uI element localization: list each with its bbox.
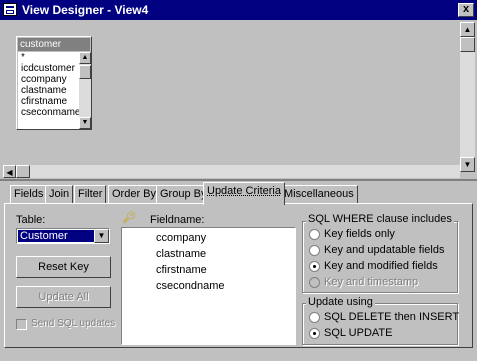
radio-label: SQL DELETE then INSERT <box>324 311 460 323</box>
pane-vertical-scrollbar[interactable]: ▲ ▼ <box>460 22 475 172</box>
table-field-list[interactable]: * icdcustomer ccompany clastname cfirstn… <box>18 52 80 129</box>
chevron-down-icon[interactable]: ▼ <box>94 229 109 243</box>
scroll-down-icon[interactable]: ▼ <box>79 117 91 129</box>
fieldname-label: Fieldname: <box>150 214 205 226</box>
list-item[interactable]: csecondname <box>156 280 225 292</box>
radio-key-updatable[interactable] <box>309 245 320 256</box>
scroll-down-icon[interactable]: ▼ <box>460 157 475 172</box>
field-list-item[interactable]: ccompany <box>21 74 79 85</box>
window-title: View Designer - View4 <box>22 3 149 17</box>
key-icon: 🔑︎ <box>122 212 136 224</box>
update-all-button[interactable]: Update All <box>16 286 111 308</box>
field-list-item[interactable]: cfirstname <box>21 96 79 107</box>
list-item[interactable]: clastname <box>156 248 206 260</box>
update-using-group-title: Update using <box>306 296 375 308</box>
window-icon[interactable] <box>3 3 17 16</box>
radio-label: SQL UPDATE <box>324 327 393 339</box>
scroll-up-icon[interactable]: ▲ <box>460 22 475 37</box>
table-box-title[interactable]: customer <box>18 38 90 51</box>
table-box-customer[interactable]: customer * icdcustomer ccompany clastnam… <box>16 36 92 130</box>
title-bar[interactable]: View Designer - View4 x <box>0 0 477 20</box>
radio-label: Key and timestamp <box>324 276 419 288</box>
list-item[interactable]: cfirstname <box>156 264 207 276</box>
field-list-item[interactable]: icdcustomer <box>21 63 79 74</box>
table-combo[interactable]: Customer ▼ <box>16 228 110 244</box>
field-list-item[interactable]: cseconmame <box>21 107 80 118</box>
tab-order-by[interactable]: Order By <box>108 185 161 203</box>
close-button[interactable]: x <box>458 3 474 17</box>
radio-delete-insert[interactable] <box>309 312 320 323</box>
table-box-scrollbar[interactable]: ▲ ▼ <box>79 52 91 129</box>
radio-sql-update[interactable] <box>309 328 320 339</box>
scroll-thumb[interactable] <box>79 65 91 79</box>
send-sql-updates-label: Send SQL updates <box>31 318 116 329</box>
tab-miscellaneous[interactable]: Miscellaneous <box>280 185 358 203</box>
sql-where-group-title: SQL WHERE clause includes <box>306 213 454 225</box>
scroll-left-icon[interactable]: ◀ <box>3 165 16 178</box>
table-label: Table: <box>16 214 46 226</box>
radio-key-modified[interactable] <box>309 261 320 272</box>
radio-key-fields-only[interactable] <box>309 229 320 240</box>
field-list-item[interactable]: * <box>21 52 79 63</box>
tab-join[interactable]: Join <box>45 185 74 203</box>
splitter-bar[interactable] <box>0 179 477 181</box>
table-combo-value[interactable]: Customer <box>18 230 94 242</box>
scroll-thumb[interactable] <box>16 165 30 178</box>
reset-key-button[interactable]: Reset Key <box>16 256 111 278</box>
radio-key-timestamp[interactable] <box>309 277 320 288</box>
tab-update-criteria[interactable]: Update Criteria <box>203 182 285 205</box>
radio-label: Key and modified fields <box>324 260 438 272</box>
fieldname-list[interactable]: ccompany clastname cfirstname csecondnam… <box>121 227 296 345</box>
tab-filter[interactable]: Filter <box>74 185 107 203</box>
radio-label: Key fields only <box>324 228 395 240</box>
scroll-up-icon[interactable]: ▲ <box>79 52 91 64</box>
radio-label: Key and updatable fields <box>324 244 445 256</box>
scroll-thumb[interactable] <box>460 37 475 52</box>
field-list-item[interactable]: clastname <box>21 85 79 96</box>
list-item[interactable]: ccompany <box>156 232 206 244</box>
send-sql-updates-checkbox[interactable] <box>16 319 27 330</box>
pane-horizontal-scrollbar[interactable]: ◀ <box>3 165 460 178</box>
tab-fields[interactable]: Fields <box>10 185 48 203</box>
